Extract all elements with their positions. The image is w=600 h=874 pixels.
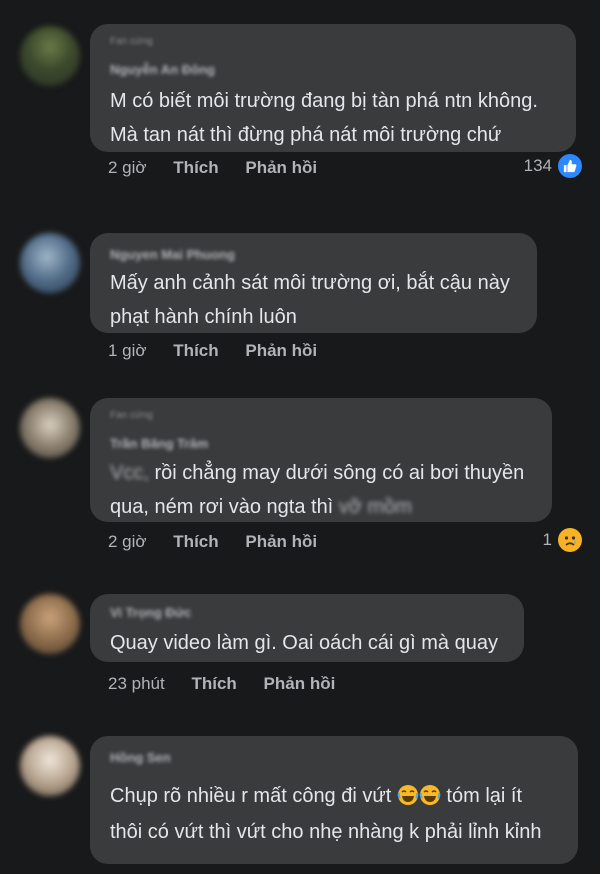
comment-time[interactable]: 2 giờ xyxy=(108,532,147,551)
blurred-word: vỡ mồm xyxy=(338,496,412,518)
comment-meta: 1 giờ Thích Phản hồi xyxy=(108,341,339,361)
comment-text-segment: tóm lại ít xyxy=(440,785,523,807)
comment-text: Chụp rõ nhiều r mất công đi vứt tóm lại … xyxy=(110,778,564,850)
fan-badge: Fan cứng xyxy=(110,410,153,421)
comment-author[interactable]: Trần Băng Trâm xyxy=(110,436,208,451)
comment-bubble: Fan cứng Nguyễn An Đông M có biết môi tr… xyxy=(90,24,576,152)
avatar[interactable] xyxy=(20,233,80,293)
comment-text-line: phạt hành chính luôn xyxy=(110,306,297,328)
comment-bubble: Hồng Sen Chụp rõ nhiều r mất công đi vứt… xyxy=(90,736,578,864)
reaction-count: 1 xyxy=(542,530,552,549)
reply-button[interactable]: Phản hồi xyxy=(245,158,317,177)
like-icon xyxy=(558,154,582,178)
comment-text-line: Mà tan nát thì đừng phá nát môi trường c… xyxy=(110,124,502,146)
reply-button[interactable]: Phản hồi xyxy=(264,674,336,693)
like-button[interactable]: Thích xyxy=(173,341,218,360)
comment-bubble: Nguyen Mai Phuong Mấy anh cảnh sát môi t… xyxy=(90,233,537,333)
comment-text-line: qua, ném rơi vào ngta thì vỡ mồm xyxy=(110,490,538,524)
avatar[interactable] xyxy=(20,736,80,796)
like-button[interactable]: Thích xyxy=(173,158,218,177)
comment-text-line: M có biết môi trường đang bị tàn phá ntn… xyxy=(110,90,538,112)
reply-button[interactable]: Phản hồi xyxy=(245,341,317,360)
like-button[interactable]: Thích xyxy=(191,674,236,693)
comment-text-segment: qua, ném rơi vào ngta thì xyxy=(110,496,339,518)
comment-text-line: Chụp rõ nhiều r mất công đi vứt tóm lại … xyxy=(110,778,564,814)
comment-meta: 2 giờ Thích Phản hồi xyxy=(108,158,339,178)
comment-text-segment: rồi chẳng may dưới sông có ai bơi thuyền xyxy=(148,462,525,484)
comment-author[interactable]: Hồng Sen xyxy=(110,750,171,765)
comment-author[interactable]: Nguyen Mai Phuong xyxy=(110,247,235,262)
comment-text-line: Quay video làm gì. Oai oách cái gì mà qu… xyxy=(110,632,498,654)
comment-bubble: Vi Trọng Đức Quay video làm gì. Oai oách… xyxy=(90,594,524,662)
avatar[interactable] xyxy=(20,26,80,86)
avatar[interactable] xyxy=(20,594,80,654)
comment-text: Vcc, rồi chẳng may dưới sông có ai bơi t… xyxy=(110,456,538,524)
comment-text-line: Mấy anh cảnh sát môi trường ơi, bắt cậu … xyxy=(110,272,510,294)
comment-text-line: Vcc, rồi chẳng may dưới sông có ai bơi t… xyxy=(110,456,538,490)
comment-time[interactable]: 23 phút xyxy=(108,674,165,693)
reaction-summary[interactable]: 1 xyxy=(543,528,582,552)
comment-text: Mấy anh cảnh sát môi trường ơi, bắt cậu … xyxy=(110,266,523,334)
comment-text-segment: Chụp rõ nhiều r mất công đi vứt xyxy=(110,785,397,807)
comment-meta: 2 giờ Thích Phản hồi xyxy=(108,532,339,552)
comment-time[interactable]: 2 giờ xyxy=(108,158,147,177)
comment-author[interactable]: Nguyễn An Đông xyxy=(110,62,215,77)
comment-text: Quay video làm gì. Oai oách cái gì mà qu… xyxy=(110,626,510,660)
comment-bubble: Fan cứng Trần Băng Trâm Vcc, rồi chẳng m… xyxy=(90,398,552,522)
like-button[interactable]: Thích xyxy=(173,532,218,551)
comment-text-line: thôi có vứt thì vứt cho nhẹ nhàng k phải… xyxy=(110,821,542,843)
sad-icon xyxy=(558,528,582,552)
comment-author[interactable]: Vi Trọng Đức xyxy=(110,605,191,620)
comment-text: M có biết môi trường đang bị tàn phá ntn… xyxy=(110,84,562,152)
blurred-word: Vcc, xyxy=(110,462,149,484)
comment-meta: 23 phút Thích Phản hồi xyxy=(108,674,357,694)
comment-time[interactable]: 1 giờ xyxy=(108,341,147,360)
reaction-count: 134 xyxy=(523,156,552,175)
reply-button[interactable]: Phản hồi xyxy=(245,532,317,551)
laughing-tears-emoji xyxy=(397,785,441,807)
avatar[interactable] xyxy=(20,398,80,458)
fan-badge: Fan cứng xyxy=(110,36,153,47)
reaction-summary[interactable]: 134 xyxy=(524,154,582,178)
